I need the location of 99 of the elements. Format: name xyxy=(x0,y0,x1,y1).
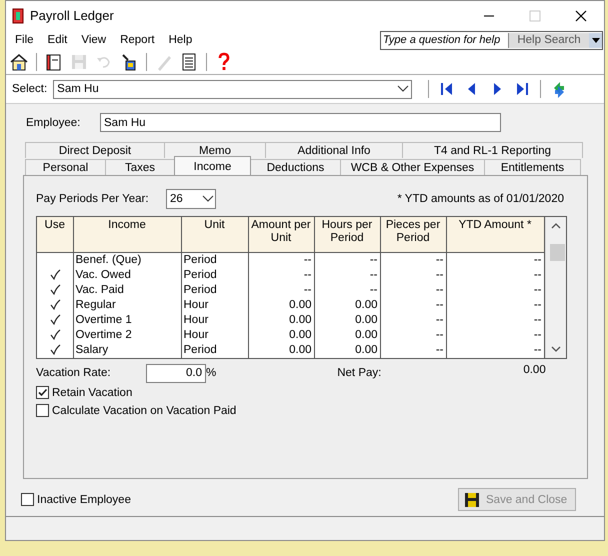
table-cell: 0.00 xyxy=(248,328,314,343)
table-cell: -- xyxy=(380,328,446,343)
scroll-down-icon[interactable] xyxy=(550,346,560,352)
table-cell: Benef. (Que) xyxy=(73,252,181,268)
vacation-rate-field[interactable]: 0.0 xyxy=(146,364,206,382)
table-cell: Vac. Owed xyxy=(73,268,181,283)
table-cell: Overtime 2 xyxy=(73,328,181,343)
table-cell: -- xyxy=(380,268,446,283)
table-cell: 0.00 xyxy=(248,313,314,328)
table-cell: -- xyxy=(446,313,544,328)
app-icon xyxy=(12,8,24,24)
column-header[interactable]: Income xyxy=(73,217,181,252)
table-cell: Period xyxy=(181,283,248,298)
table-cell: -- xyxy=(446,268,544,283)
help-question-field[interactable]: Type a question for help xyxy=(381,32,509,48)
scroll-thumb[interactable] xyxy=(550,244,564,261)
tab[interactable]: Income xyxy=(174,156,251,175)
table-cell: -- xyxy=(380,343,446,358)
window-title: Payroll Ledger xyxy=(30,8,115,23)
checkbox-label: Calculate Vacation on Vacation Paid xyxy=(52,404,236,416)
column-header[interactable]: Unit xyxy=(181,217,248,252)
menu-item[interactable]: Edit xyxy=(40,32,74,48)
table-cell: Hour xyxy=(181,298,248,313)
use-checkmark[interactable] xyxy=(48,284,61,296)
tab[interactable]: T4 and RL-1 Reporting xyxy=(402,142,583,158)
use-checkmark[interactable] xyxy=(48,344,61,356)
employee-field[interactable]: Sam Hu xyxy=(100,113,501,132)
table-cell: Hour xyxy=(181,328,248,343)
menu-item[interactable]: View xyxy=(74,32,114,48)
ytd-note: * YTD amounts as of 01/01/2020 xyxy=(397,193,564,205)
table-cell: -- xyxy=(380,298,446,313)
table-cell: Salary xyxy=(73,343,181,358)
percent-sign: % xyxy=(206,367,216,379)
table-cell: Hour xyxy=(181,313,248,328)
select-label: Select: xyxy=(12,83,48,95)
employee-label: Employee: xyxy=(26,116,82,128)
table-cell: -- xyxy=(446,328,544,343)
scrollbar[interactable] xyxy=(544,217,566,358)
table-cell: -- xyxy=(446,298,544,313)
table-cell: -- xyxy=(380,252,446,268)
use-checkmark[interactable] xyxy=(48,314,61,326)
chevron-down-icon xyxy=(201,194,215,204)
net-pay-label: Net Pay: xyxy=(337,367,382,379)
table-cell: -- xyxy=(314,268,380,283)
table-cell: 0.00 xyxy=(314,313,380,328)
menu-item[interactable]: Report xyxy=(113,32,162,48)
column-header[interactable]: YTD Amount * xyxy=(446,217,544,252)
menu-item[interactable]: File xyxy=(8,32,41,48)
table-cell: 0.00 xyxy=(248,298,314,313)
chevron-down-icon xyxy=(395,84,412,94)
scroll-up-icon[interactable] xyxy=(550,223,560,229)
checkbox[interactable] xyxy=(36,404,49,417)
employee-select[interactable]: Sam Hu xyxy=(53,80,412,98)
tab[interactable]: WCB & Other Expenses xyxy=(340,159,485,175)
tab[interactable]: Direct Deposit xyxy=(25,142,165,158)
table-cell: Overtime 1 xyxy=(73,313,181,328)
home-icon[interactable] xyxy=(9,52,29,72)
pay-periods-select[interactable]: 26 xyxy=(166,189,216,209)
table-cell: Period xyxy=(181,343,248,358)
table-cell: -- xyxy=(446,343,544,358)
table-cell: -- xyxy=(248,252,314,268)
use-checkmark[interactable] xyxy=(48,328,61,341)
table-cell: -- xyxy=(248,283,314,298)
pay-periods-label: Pay Periods Per Year: xyxy=(36,193,150,205)
table-cell: Period xyxy=(181,268,248,283)
use-checkmark[interactable] xyxy=(48,298,61,311)
tab[interactable]: Personal xyxy=(25,159,106,175)
close-icon[interactable] xyxy=(575,10,587,22)
table-cell: Period xyxy=(181,252,248,268)
menu-item[interactable]: Help xyxy=(162,32,200,48)
table-cell: -- xyxy=(248,268,314,283)
table-cell: Vac. Paid xyxy=(73,283,181,298)
table-cell: -- xyxy=(380,283,446,298)
column-header[interactable]: Use xyxy=(37,217,73,252)
net-pay-value: 0.00 xyxy=(523,364,546,376)
checkbox[interactable] xyxy=(21,493,34,506)
column-header[interactable]: Amount per Unit xyxy=(248,217,314,252)
table-cell: -- xyxy=(446,283,544,298)
table-cell: 0.00 xyxy=(248,343,314,358)
checkbox[interactable] xyxy=(36,386,49,399)
table-cell: -- xyxy=(314,283,380,298)
help-search-box[interactable]: Type a question for help Help Search xyxy=(380,30,603,50)
column-header[interactable]: Pieces per Period xyxy=(380,217,446,252)
vacation-rate-label: Vacation Rate: xyxy=(36,367,112,379)
table-cell: Regular xyxy=(73,298,181,313)
table-cell: -- xyxy=(446,252,544,268)
checkbox-label: Retain Vacation xyxy=(52,386,132,398)
use-checkmark[interactable] xyxy=(48,268,61,281)
table-cell: -- xyxy=(380,313,446,328)
table-cell: 0.00 xyxy=(314,298,380,313)
checkbox-label: Inactive Employee xyxy=(37,494,131,506)
table-cell: 0.00 xyxy=(314,328,380,343)
column-header[interactable]: Hours per Period xyxy=(314,217,380,252)
dropdown-icon[interactable] xyxy=(592,38,600,42)
check-icon xyxy=(37,387,48,398)
help-search-button[interactable]: Help Search xyxy=(509,32,589,48)
table-cell: 0.00 xyxy=(314,343,380,358)
table-cell: -- xyxy=(314,252,380,268)
tab[interactable]: Entitlements xyxy=(484,159,581,175)
